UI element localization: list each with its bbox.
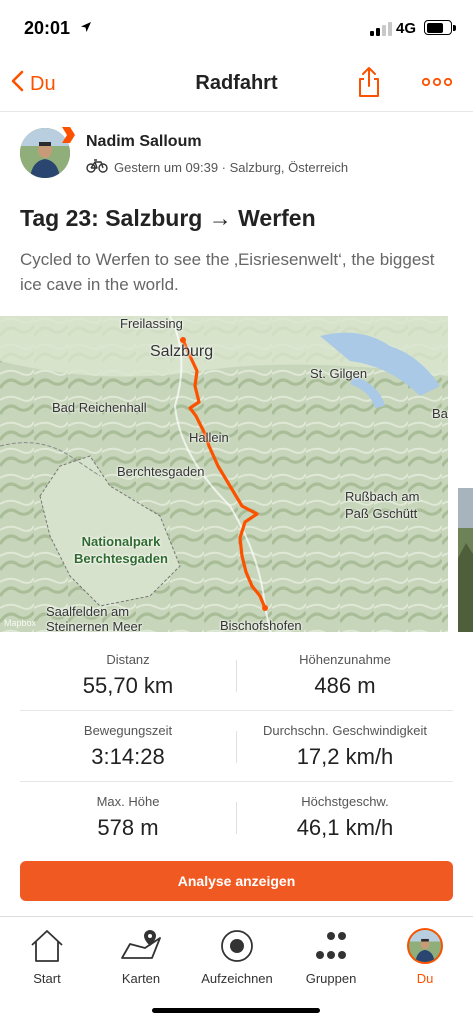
stat-value: 578 m — [97, 815, 159, 840]
tab-gruppen[interactable]: Gruppen — [284, 923, 378, 986]
back-label: Du — [30, 72, 56, 95]
map-label-russbach: Rußbach am Paß Gschütt — [345, 489, 420, 521]
route-map[interactable]: Freilassing Salzburg St. Gilgen Ba Bad R… — [0, 316, 448, 632]
stat-value: 55,70 km — [82, 673, 174, 698]
analyze-button[interactable]: Analyse anzeigen — [20, 861, 453, 901]
map-label-nationalpark: Nationalpark Berchtesgaden — [74, 534, 168, 566]
stat-label: Distanz — [106, 652, 150, 667]
back-button[interactable]: Du — [10, 70, 56, 98]
home-icon — [0, 923, 94, 969]
map-label-hallein: Hallein — [189, 430, 229, 445]
map-label-bischofshofen: Bischofshofen — [220, 618, 302, 632]
record-icon — [190, 923, 284, 969]
activity-title: Tag 23: Salzburg → Werfen — [20, 205, 316, 231]
stat-label: Max. Höhe — [96, 794, 160, 809]
tab-karten[interactable]: Karten — [94, 923, 188, 986]
profile-avatar — [378, 923, 472, 969]
map-label-bad-reichenhall: Bad Reichenhall — [52, 400, 147, 415]
athlete-avatar[interactable] — [20, 127, 75, 180]
stats-row: Bewegungszeit 3:14:28 Durchschn. Geschwi… — [20, 711, 453, 782]
stat-max-elevation: Max. Höhe 578 m — [20, 794, 236, 841]
map-label-st-gilgen: St. Gilgen — [310, 366, 368, 381]
stat-value: 3:14:28 — [91, 744, 165, 769]
chevron-left-icon — [10, 70, 24, 98]
tab-label: Karten — [121, 971, 161, 986]
location-arrow-icon — [80, 20, 92, 38]
map-terrain — [0, 316, 448, 632]
signal-icon — [370, 22, 392, 36]
activity-description: Cycled to Werfen to see the ‚Eisriesenwe… — [20, 250, 435, 294]
battery-icon — [424, 20, 456, 35]
map-label-saalfelden: Saalfelden am Steinernen Meer — [46, 604, 143, 632]
network-type: 4G — [396, 20, 417, 37]
stat-max-speed: Höchstgeschw. 46,1 km/h — [237, 794, 453, 841]
stat-label: Höhenzunahme — [299, 652, 391, 667]
map-label-berchtesgaden: Berchtesgaden — [117, 464, 205, 479]
stat-value: 486 m — [314, 673, 376, 698]
map-icon — [94, 923, 188, 969]
stat-moving-time: Bewegungszeit 3:14:28 — [20, 723, 236, 770]
stat-value: 46,1 km/h — [296, 815, 394, 840]
stat-label: Bewegungszeit — [83, 723, 173, 738]
stat-avg-speed: Durchschn. Geschwindigkeit 17,2 km/h — [237, 723, 453, 770]
stat-label: Höchstgeschw. — [301, 794, 389, 809]
activity-meta-text: Gestern um 09:39 · Salzburg, Österreich — [114, 160, 349, 175]
tab-label: Du — [416, 971, 434, 986]
map-label-ba: Ba — [432, 406, 448, 421]
tab-aufzeichnen[interactable]: Aufzeichnen — [190, 923, 284, 986]
tab-label: Start — [33, 971, 61, 986]
stats-row: Distanz 55,70 km Höhenzunahme 486 m — [20, 640, 453, 711]
activity-meta: Gestern um 09:39 · Salzburg, Österreich — [86, 159, 348, 176]
tab-du[interactable]: Du — [378, 923, 472, 986]
more-dots-icon[interactable] — [421, 74, 453, 92]
tab-label: Aufzeichnen — [201, 971, 273, 986]
next-photo-peek[interactable] — [458, 488, 473, 632]
tab-label: Gruppen — [305, 971, 357, 986]
stat-value: 17,2 km/h — [296, 744, 394, 769]
page-title: Radfahrt — [195, 72, 278, 94]
navigation-bar: Du Radfahrt — [0, 56, 473, 112]
map-attribution: Mapbox — [4, 618, 37, 628]
status-bar: 20:01 4G — [0, 0, 473, 56]
stat-label: Durchschn. Geschwindigkeit — [262, 723, 428, 738]
groups-icon — [284, 923, 378, 969]
tab-start[interactable]: Start — [0, 923, 94, 986]
status-time: 20:01 — [24, 18, 71, 38]
bike-icon — [86, 159, 108, 176]
share-icon[interactable] — [356, 66, 382, 103]
map-label-salzburg: Salzburg — [150, 343, 214, 360]
stats-row: Max. Höhe 578 m Höchstgeschw. 46,1 km/h — [20, 782, 453, 853]
stat-elevation-gain: Höhenzunahme 486 m — [237, 652, 453, 699]
premium-badge-icon — [60, 126, 76, 149]
athlete-name[interactable]: Nadim Salloum — [86, 133, 202, 151]
stats-grid: Distanz 55,70 km Höhenzunahme 486 m Bewe… — [20, 640, 453, 853]
stat-distance: Distanz 55,70 km — [20, 652, 236, 699]
home-indicator — [152, 1008, 320, 1013]
map-label-freilassing: Freilassing — [120, 316, 183, 331]
